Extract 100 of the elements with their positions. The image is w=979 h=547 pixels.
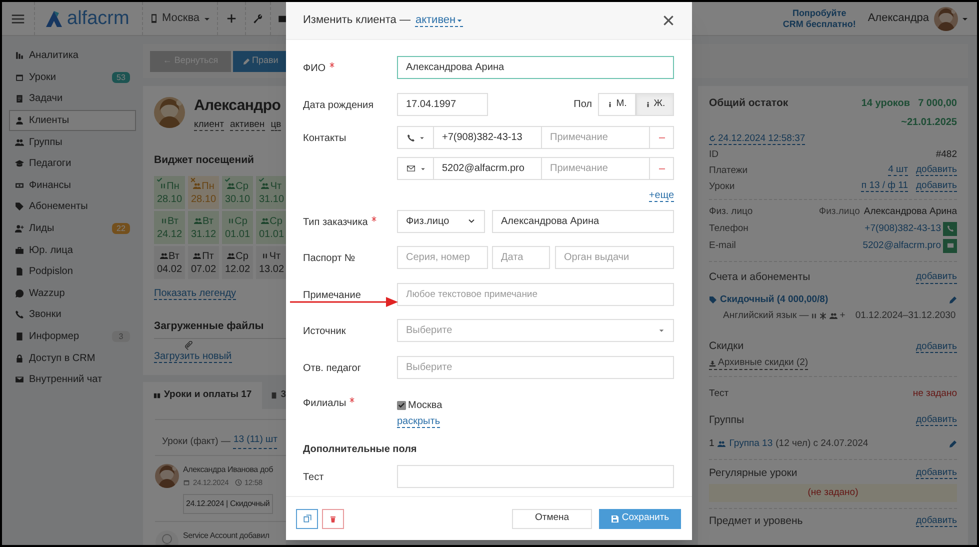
cancel-button[interactable]: Отмена — [512, 508, 592, 528]
visit-cell[interactable]: Пн 28.10 — [154, 176, 185, 210]
lesson-day: Пт — [202, 250, 214, 263]
add-link[interactable]: добавить — [916, 415, 957, 426]
sidebar-item[interactable]: Доступ в CRM — [9, 347, 136, 369]
note-field[interactable]: Примечание — [542, 157, 650, 180]
updated-link[interactable]: 24.12.2024 12:58:37 — [709, 134, 806, 146]
sidebar-item[interactable]: Wazzup — [9, 282, 136, 304]
user-name[interactable]: Александра — [868, 10, 929, 27]
lessons-count-link[interactable]: 13 (11) шт — [233, 434, 278, 450]
input-field[interactable]: Орган выдачи — [555, 246, 674, 269]
contact-type-dropdown[interactable] — [397, 126, 434, 149]
promo-link[interactable]: Попробуйте CRM бесплатно! — [782, 8, 856, 30]
visit-cell[interactable]: Ср 30.10 — [222, 176, 253, 210]
sidebar-item[interactable]: Абонементы — [9, 196, 136, 218]
status-tag[interactable]: клиент — [194, 120, 224, 132]
field-label: Платежи — [709, 164, 748, 178]
visit-cell[interactable]: Ср 01.01 — [222, 211, 253, 244]
legend-link[interactable]: Показать легенду — [154, 288, 236, 300]
sidebar-item[interactable]: Клиенты — [9, 110, 136, 132]
refresh-icon — [709, 135, 716, 142]
subscription-link[interactable]: Скидочный (4 000,00/8) — [709, 292, 828, 308]
field-label: Примечание — [303, 289, 361, 303]
sidebar-item[interactable]: Группы — [9, 131, 136, 153]
upload-link[interactable]: Загрузить новый — [154, 350, 232, 363]
sidebar-item[interactable]: Финансы — [9, 174, 136, 196]
add-link[interactable]: добавить — [916, 468, 957, 480]
text-field[interactable]: Александрова Арина — [492, 210, 674, 233]
status-dropdown[interactable]: активен — [415, 14, 463, 28]
tab[interactable]: Уроки и оплаты 17 — [143, 382, 262, 409]
contact-field[interactable]: 5202@alfacrm.pro — [434, 157, 542, 180]
visit-cell[interactable]: Чт 13.02 — [256, 246, 286, 280]
visit-cell[interactable]: Ср 01.01 — [256, 211, 286, 244]
contact-type-dropdown[interactable] — [397, 157, 434, 180]
date-field[interactable]: 17.04.1997 — [397, 93, 488, 116]
add-link[interactable]: добавить — [916, 272, 957, 284]
value-link[interactable]: п 13 / ф 11 — [861, 180, 908, 192]
tablet-icon — [149, 13, 159, 24]
visit-cell[interactable]: Ср 12.02 — [222, 246, 253, 280]
sidebar-item[interactable]: Аналитика — [9, 45, 136, 67]
search-field[interactable]: Выберите — [397, 356, 674, 379]
delete-button[interactable] — [322, 508, 344, 528]
visit-cell[interactable]: Пт 07.02 — [188, 246, 219, 280]
tab[interactable]: 3 — [262, 382, 286, 409]
expand-link[interactable]: раскрыть — [397, 416, 440, 428]
sidebar-item[interactable]: Podpislon — [9, 260, 136, 283]
pencil-icon[interactable] — [949, 296, 957, 304]
sidebar-item[interactable]: Уроки 53 — [9, 66, 136, 88]
envelope-icon — [946, 242, 954, 250]
logo-text: alfacrm — [67, 9, 130, 28]
sidebar-item[interactable]: Лиды 22 — [9, 218, 136, 240]
sidebar-item[interactable]: Звонки — [9, 304, 136, 326]
input-field[interactable]: Серия, номер — [397, 246, 488, 269]
sidebar-item[interactable]: Внутренний чат — [9, 368, 136, 390]
field-label: Телефон — [709, 222, 748, 236]
status-tag[interactable]: цв — [270, 120, 282, 132]
visit-cell[interactable]: Вт 31.12 — [188, 211, 219, 244]
message-button[interactable] — [943, 238, 957, 253]
call-button[interactable] — [943, 222, 957, 236]
sidebar-item[interactable]: Юр. лица — [9, 239, 136, 261]
copy-button[interactable] — [296, 508, 318, 528]
add-link[interactable]: добавить — [916, 342, 957, 354]
pencil-icon[interactable] — [949, 440, 957, 448]
gender-toggle[interactable]: М. — [598, 93, 636, 116]
contact-field[interactable]: +7(908)382-43-13 — [434, 126, 542, 149]
status-tag[interactable]: активен — [230, 120, 265, 132]
add-more-link[interactable]: +еще — [648, 190, 674, 202]
visit-cell[interactable]: Вт 24.12 — [154, 211, 185, 244]
phone-link[interactable]: +7(908)382-43-13 — [864, 222, 941, 236]
select-field[interactable]: Выберите — [397, 319, 674, 342]
visit-cell[interactable]: Чт 31.10 — [256, 176, 286, 210]
value-link[interactable]: 4 шт — [888, 164, 908, 176]
gender-toggle[interactable]: Ж. — [636, 93, 674, 116]
archive-link[interactable]: Архивные скидки (2) — [709, 358, 808, 370]
checkbox[interactable] — [397, 401, 406, 410]
text-field[interactable]: Александрова Арина — [397, 56, 674, 79]
check-icon — [156, 177, 163, 184]
visit-cell[interactable]: Пн 28.10 — [188, 176, 219, 210]
add-link[interactable]: добавить — [916, 164, 957, 176]
plus-icon[interactable] — [226, 13, 237, 24]
lesson-day: Ср — [236, 250, 248, 263]
visit-cell[interactable]: Вт 04.02 — [154, 246, 185, 280]
note-field[interactable]: Примечание — [542, 126, 650, 149]
sidebar-item[interactable]: Задачи — [9, 88, 136, 110]
add-link[interactable]: добавить — [916, 180, 957, 192]
lesson-date: 28.10 — [190, 192, 216, 206]
type-select[interactable]: Физ.лицо — [397, 210, 485, 233]
input-field[interactable]: Дата — [492, 246, 550, 269]
edit-button[interactable]: Прави — [233, 50, 286, 72]
widget-title: Виджет посещений — [154, 153, 256, 168]
menu-icon[interactable] — [11, 12, 25, 26]
add-link[interactable]: добавить — [916, 516, 957, 528]
save-button[interactable]: Сохранить — [599, 508, 681, 528]
close-icon[interactable] — [662, 14, 675, 27]
group-link[interactable]: Группа 13 — [729, 436, 773, 451]
branch-selector[interactable]: Москва — [143, 2, 218, 35]
sidebar-item[interactable]: Педагоги — [9, 152, 136, 175]
text-area[interactable]: Любое текстовое примечание — [397, 283, 674, 306]
wrench-icon[interactable] — [252, 14, 263, 24]
email-link[interactable]: 5202@alfacrm.pro — [862, 238, 941, 253]
